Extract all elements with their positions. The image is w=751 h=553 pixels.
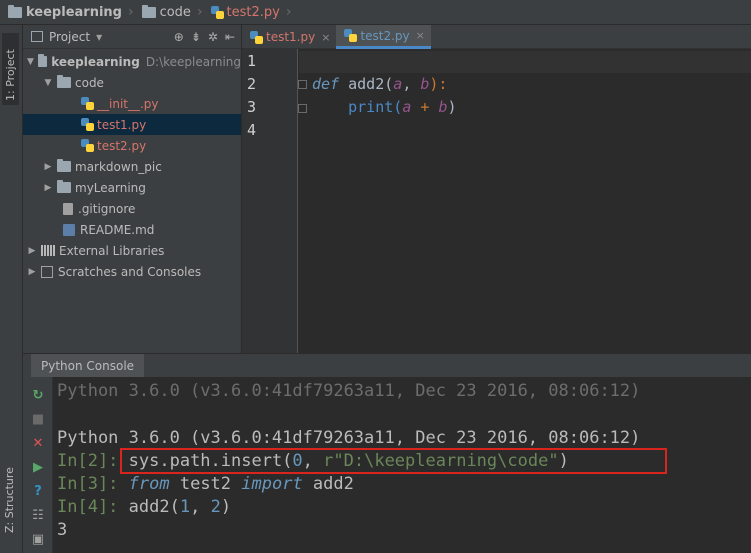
chevron-right-icon: › xyxy=(196,4,203,20)
python-file-icon xyxy=(210,5,224,19)
expanded-arrow-icon[interactable]: ▼ xyxy=(43,78,53,88)
folder-icon xyxy=(141,4,156,18)
caret-row-highlight xyxy=(299,51,751,73)
fold-marker-icon[interactable] xyxy=(298,80,307,89)
console-line-in4: In[4]: add2(1, 2) xyxy=(57,497,232,517)
tree-item-init[interactable]: __init__.py xyxy=(23,93,241,114)
library-icon xyxy=(41,245,55,256)
console-output-value: 3 xyxy=(57,520,68,540)
tab-test1[interactable]: test1.py × xyxy=(242,25,336,49)
variables-icon[interactable]: ▣ xyxy=(31,533,45,547)
project-panel-header: Project ▾ ⊕ ⇟ ✲ ⇤ xyxy=(23,25,241,49)
run-icon[interactable]: ▶ xyxy=(31,461,45,475)
expanded-arrow-icon[interactable]: ▼ xyxy=(27,57,34,67)
folder-icon xyxy=(37,54,48,67)
tree-item-code[interactable]: ▼ code xyxy=(23,72,241,93)
line-number: 3 xyxy=(247,98,257,116)
tree-item-mylearning[interactable]: ▶ myLearning xyxy=(23,177,241,198)
locate-icon[interactable]: ⊕ xyxy=(174,30,184,44)
tree-item-gitignore[interactable]: .gitignore xyxy=(23,198,241,219)
collapsed-arrow-icon[interactable]: ▶ xyxy=(27,267,37,277)
chevron-right-icon: › xyxy=(285,4,292,20)
collapsed-arrow-icon[interactable]: ▶ xyxy=(27,246,37,256)
collapsed-arrow-icon[interactable]: ▶ xyxy=(43,183,53,193)
python-file-icon xyxy=(81,118,94,131)
line-number-gutter: 1 2 3 4 xyxy=(242,49,298,353)
chevron-right-icon: › xyxy=(127,4,134,20)
python-file-icon xyxy=(81,139,94,152)
folder-icon xyxy=(8,4,22,18)
tree-item-keeplearning[interactable]: ▼ keeplearning D:\keeplearning xyxy=(23,51,241,72)
close-icon[interactable]: × xyxy=(321,31,330,44)
console-line-in3: In[3]: from test2 import add2 xyxy=(57,474,354,494)
project-view-selector[interactable]: Project xyxy=(49,30,90,44)
code-line-2: def add2(a, b): xyxy=(312,75,448,93)
collapsed-arrow-icon[interactable]: ▶ xyxy=(43,162,53,172)
code-line-3: print(a + b) xyxy=(312,98,457,116)
folder-icon xyxy=(57,159,71,172)
tree-item-test2[interactable]: test2.py xyxy=(23,135,241,156)
stop-icon[interactable]: ■ xyxy=(31,413,45,427)
console-banner: Python 3.6.0 (v3.6.0:41df79263a11, Dec 2… xyxy=(57,428,641,448)
project-panel: Project ▾ ⊕ ⇟ ✲ ⇤ ▼ keeplearning D:\keep… xyxy=(23,25,242,353)
code-editor[interactable]: 1 2 3 4 def add2(a, b): print(a + b) xyxy=(242,49,751,353)
editor-tab-bar: test1.py × test2.py × xyxy=(242,25,751,49)
file-icon xyxy=(63,202,73,215)
tree-item-readme[interactable]: README.md xyxy=(23,219,241,240)
folder-icon xyxy=(57,180,71,193)
line-number: 4 xyxy=(247,121,257,139)
scratches-icon xyxy=(41,265,53,278)
collapse-icon[interactable]: ⇟ xyxy=(191,30,201,44)
gear-icon[interactable]: ✲ xyxy=(208,30,218,44)
breadcrumb-folder[interactable]: code › xyxy=(140,2,209,22)
console-toolbar: ↻ ■ ✕ ▶ ? ☷ ▣ xyxy=(23,377,53,553)
tab-test2[interactable]: test2.py × xyxy=(336,25,431,49)
help-icon[interactable]: ? xyxy=(31,485,45,499)
tree-item-external-libraries[interactable]: ▶ External Libraries xyxy=(23,240,241,261)
highlight-box xyxy=(120,448,667,474)
tree-item-scratches[interactable]: ▶ Scratches and Consoles xyxy=(23,261,241,282)
project-view-icon xyxy=(31,31,43,42)
rerun-icon[interactable]: ↻ xyxy=(31,389,45,403)
console-tab-strip: Python Console xyxy=(23,353,751,378)
line-number: 1 xyxy=(247,52,257,70)
line-number: 2 xyxy=(247,75,257,93)
python-file-icon xyxy=(250,30,263,44)
console-banner-faded: Python 3.6.0 (v3.6.0:41df79263a11, Dec 2… xyxy=(57,381,641,401)
tree-item-markdown-pic[interactable]: ▶ markdown_pic xyxy=(23,156,241,177)
tool-tab-project[interactable]: 1: Project xyxy=(2,33,19,105)
close-icon[interactable]: ✕ xyxy=(31,437,45,451)
hide-icon[interactable]: ⇤ xyxy=(225,30,235,44)
python-file-icon xyxy=(81,97,94,110)
dropdown-arrow-icon[interactable]: ▾ xyxy=(96,30,102,44)
close-icon[interactable]: × xyxy=(416,29,425,42)
breadcrumb-file[interactable]: test2.py › xyxy=(209,2,298,22)
console-output[interactable]: Python 3.6.0 (v3.6.0:41df79263a11, Dec 2… xyxy=(53,377,751,553)
tool-tab-structure[interactable]: Z: Structure xyxy=(3,453,16,533)
left-tool-strip: 1: Project Z: Structure xyxy=(0,25,23,553)
folder-icon xyxy=(57,75,71,88)
markdown-file-icon xyxy=(63,223,75,236)
fold-marker-icon[interactable] xyxy=(298,104,307,113)
tab-python-console[interactable]: Python Console xyxy=(31,354,145,378)
settings-icon[interactable]: ☷ xyxy=(31,509,45,523)
navigation-bar: keeplearning › code › test2.py › xyxy=(0,0,751,25)
tree-item-test1[interactable]: test1.py xyxy=(23,114,241,135)
python-file-icon xyxy=(344,29,358,42)
breadcrumb-project[interactable]: keeplearning › xyxy=(6,2,140,22)
